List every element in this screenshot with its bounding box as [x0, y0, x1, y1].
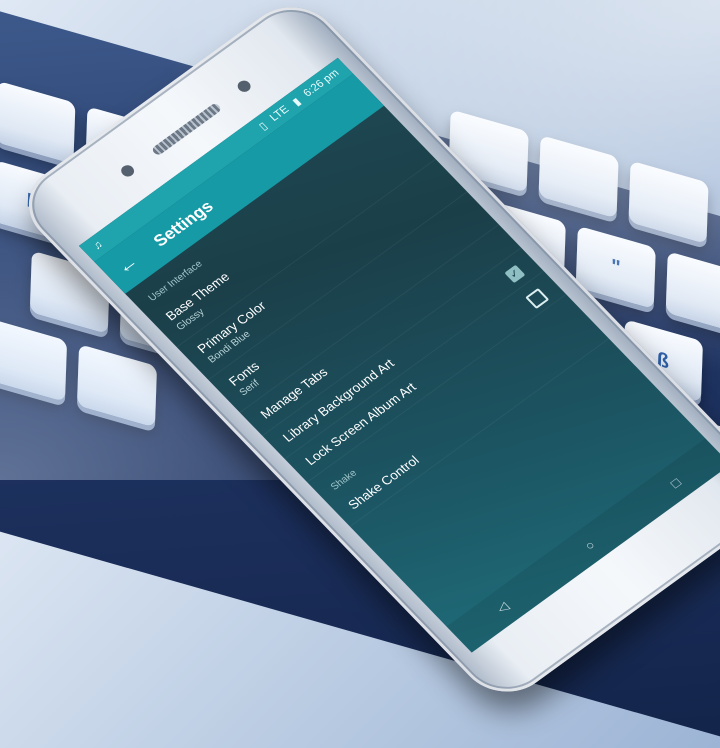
key — [0, 80, 76, 165]
phone-vibrate-icon: ▯ — [256, 120, 270, 133]
key — [665, 251, 720, 335]
circle-home-icon[interactable]: ○ — [581, 537, 598, 553]
key — [0, 318, 68, 403]
triangle-back-icon[interactable]: ◁ — [493, 599, 512, 617]
arrow-back-icon[interactable]: ← — [111, 251, 143, 279]
battery-icon: ▮ — [289, 95, 304, 108]
front-camera — [235, 78, 254, 95]
key — [538, 135, 619, 219]
music-note-icon: ♫ — [90, 238, 106, 253]
key — [76, 344, 158, 428]
proximity-sensor — [118, 162, 137, 179]
key — [628, 160, 709, 245]
square-recent-icon[interactable]: □ — [667, 475, 684, 491]
